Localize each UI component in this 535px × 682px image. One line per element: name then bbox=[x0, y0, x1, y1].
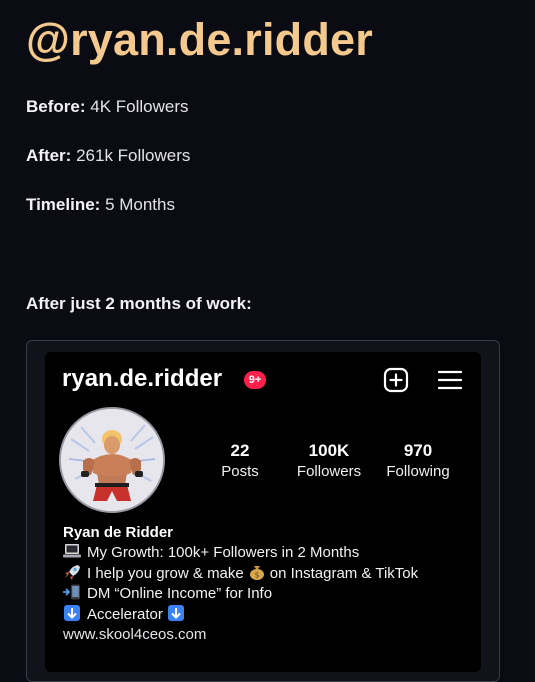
bio-line-growth: My Growth: 100k+ Followers in 2 Months bbox=[63, 543, 473, 563]
down-arrow-emoji-icon bbox=[63, 604, 81, 621]
stat-before-label: Before: bbox=[26, 97, 86, 116]
following-count[interactable]: 970 Following bbox=[373, 440, 463, 482]
followers-count-value: 100K bbox=[308, 441, 350, 460]
bio-name: Ryan de Ridder bbox=[63, 524, 174, 541]
bio-website-link[interactable]: www.skool4ceos.com bbox=[63, 625, 473, 645]
bio-line-accelerator: Accelerator bbox=[63, 604, 473, 625]
notification-badge[interactable]: 9+ bbox=[244, 371, 266, 389]
section-subheading: After just 2 months of work: bbox=[26, 294, 252, 313]
bio-line-help-text-start: I help you grow & make bbox=[87, 564, 244, 582]
rocket-emoji-icon bbox=[63, 564, 81, 580]
following-count-label: Following bbox=[386, 463, 450, 480]
svg-text:$: $ bbox=[254, 570, 259, 579]
stat-after: After: 261k Followers bbox=[26, 146, 190, 166]
posts-count-value: 22 bbox=[230, 441, 250, 460]
money-bag-emoji-icon: $ bbox=[248, 564, 266, 580]
stat-after-value: 261k Followers bbox=[76, 146, 191, 165]
profile-counts: 22 Posts 100K Followers 970 Following bbox=[45, 440, 481, 490]
bio-line-dm-text: DM “Online Income” for Info bbox=[87, 585, 273, 603]
plus-square-icon[interactable] bbox=[383, 367, 409, 393]
bio-line-dm: DM “Online Income” for Info bbox=[63, 584, 473, 604]
stat-after-label: After: bbox=[26, 146, 72, 165]
profile-top-bar: ryan.de.ridder 9+ bbox=[45, 352, 481, 408]
posts-count[interactable]: 22 Posts bbox=[195, 440, 285, 482]
laptop-emoji-icon bbox=[63, 543, 81, 559]
profile-bio: Ryan de Ridder My Growth: 100k+ Follower… bbox=[63, 523, 473, 645]
following-count-value: 970 bbox=[403, 441, 433, 460]
stat-before-value: 4K Followers bbox=[90, 97, 189, 116]
bio-line-help: I help you grow & make $ on Instagram & … bbox=[63, 564, 473, 584]
posts-count-label: Posts bbox=[221, 463, 259, 480]
hamburger-menu-icon[interactable] bbox=[437, 367, 463, 393]
followers-count[interactable]: 100K Followers bbox=[284, 440, 374, 482]
instagram-profile-screenshot: ryan.de.ridder 9+ 22 Posts 100K Follower… bbox=[45, 352, 481, 672]
profile-username[interactable]: ryan.de.ridder bbox=[62, 365, 222, 393]
bio-line-accelerator-text: Accelerator bbox=[87, 605, 163, 623]
page-handle-title: @ryan.de.ridder bbox=[26, 14, 373, 65]
stat-timeline: Timeline: 5 Months bbox=[26, 195, 175, 215]
stat-timeline-label: Timeline: bbox=[26, 195, 101, 214]
bio-line-help-text-end: on Instagram & TikTok bbox=[269, 564, 419, 582]
stat-before: Before: 4K Followers bbox=[26, 97, 189, 117]
followers-count-label: Followers bbox=[296, 463, 362, 480]
bio-line-growth-text: My Growth: 100k+ Followers in 2 Months bbox=[87, 544, 360, 562]
stat-timeline-value: 5 Months bbox=[105, 195, 175, 214]
phone-arrow-emoji-icon bbox=[63, 584, 81, 600]
down-arrow-emoji-icon bbox=[167, 604, 185, 621]
